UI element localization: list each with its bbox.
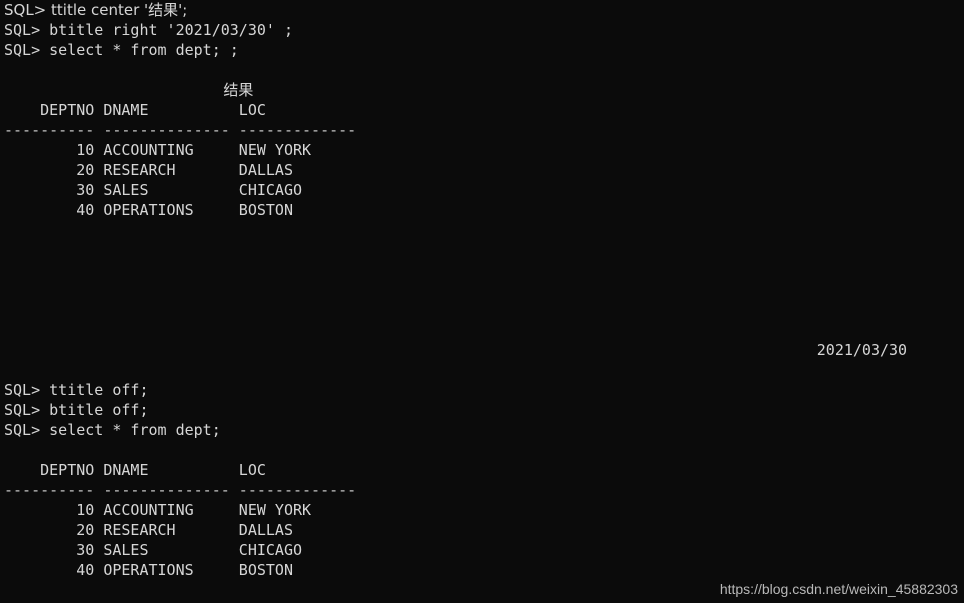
terminal-line-row-2-2: 20 RESEARCH DALLAS [4,521,293,539]
terminal-line-blank-8 [4,360,964,380]
terminal-line-header-1: DEPTNO DNAME LOC [4,101,266,119]
terminal-line-blank-3 [4,240,964,260]
terminal-line-blank-7 [4,320,964,340]
terminal-line-cmd-select-2: SQL> select * from dept; [4,421,221,439]
terminal-line-ttitle-1: 结果 [4,81,254,99]
terminal-screen[interactable]: SQL> ttitle center '结果'; SQL> btitle righ… [4,0,964,603]
terminal-line-row-2-4: 40 OPERATIONS BOSTON [4,561,293,579]
terminal-line-row-2-1: 10 ACCOUNTING NEW YORK [4,501,312,519]
terminal-line-blank-2 [4,220,964,240]
terminal-line-row-1-1: 10 ACCOUNTING NEW YORK [4,141,312,159]
terminal-line-cmd-select-1: SQL> select * from dept; ; [4,41,239,59]
terminal-line-row-2-3: 30 SALES CHICAGO [4,541,303,559]
terminal-line-cmd-btitle-off: SQL> btitle off; [4,401,149,419]
terminal-line-rule-2: ---------- -------------- ------------- [4,481,357,499]
terminal-line-header-2: DEPTNO DNAME LOC [4,461,266,479]
terminal-line-row-1-4: 40 OPERATIONS BOSTON [4,201,293,219]
watermark-url: https://blog.csdn.net/weixin_45882303 [719,581,958,597]
sqlplus-terminal[interactable]: SQL> ttitle center '结果'; SQL> btitle righ… [0,0,964,603]
terminal-line-blank-4 [4,260,964,280]
terminal-line-cmd-btitle-right: SQL> btitle right '2021/03/30' ; [4,21,293,39]
terminal-line-btitle-1: 2021/03/30 [4,341,908,359]
terminal-line-cmd-ttitle-center: SQL> ttitle center '结果'; [4,1,188,19]
terminal-line-blank-1 [4,60,964,80]
terminal-line-rule-1: ---------- -------------- ------------- [4,121,357,139]
terminal-line-blank-6 [4,300,964,320]
terminal-line-cmd-ttitle-off: SQL> ttitle off; [4,381,149,399]
terminal-line-blank-5 [4,280,964,300]
terminal-line-row-1-2: 20 RESEARCH DALLAS [4,161,293,179]
terminal-line-blank-9 [4,440,964,460]
terminal-line-row-1-3: 30 SALES CHICAGO [4,181,303,199]
